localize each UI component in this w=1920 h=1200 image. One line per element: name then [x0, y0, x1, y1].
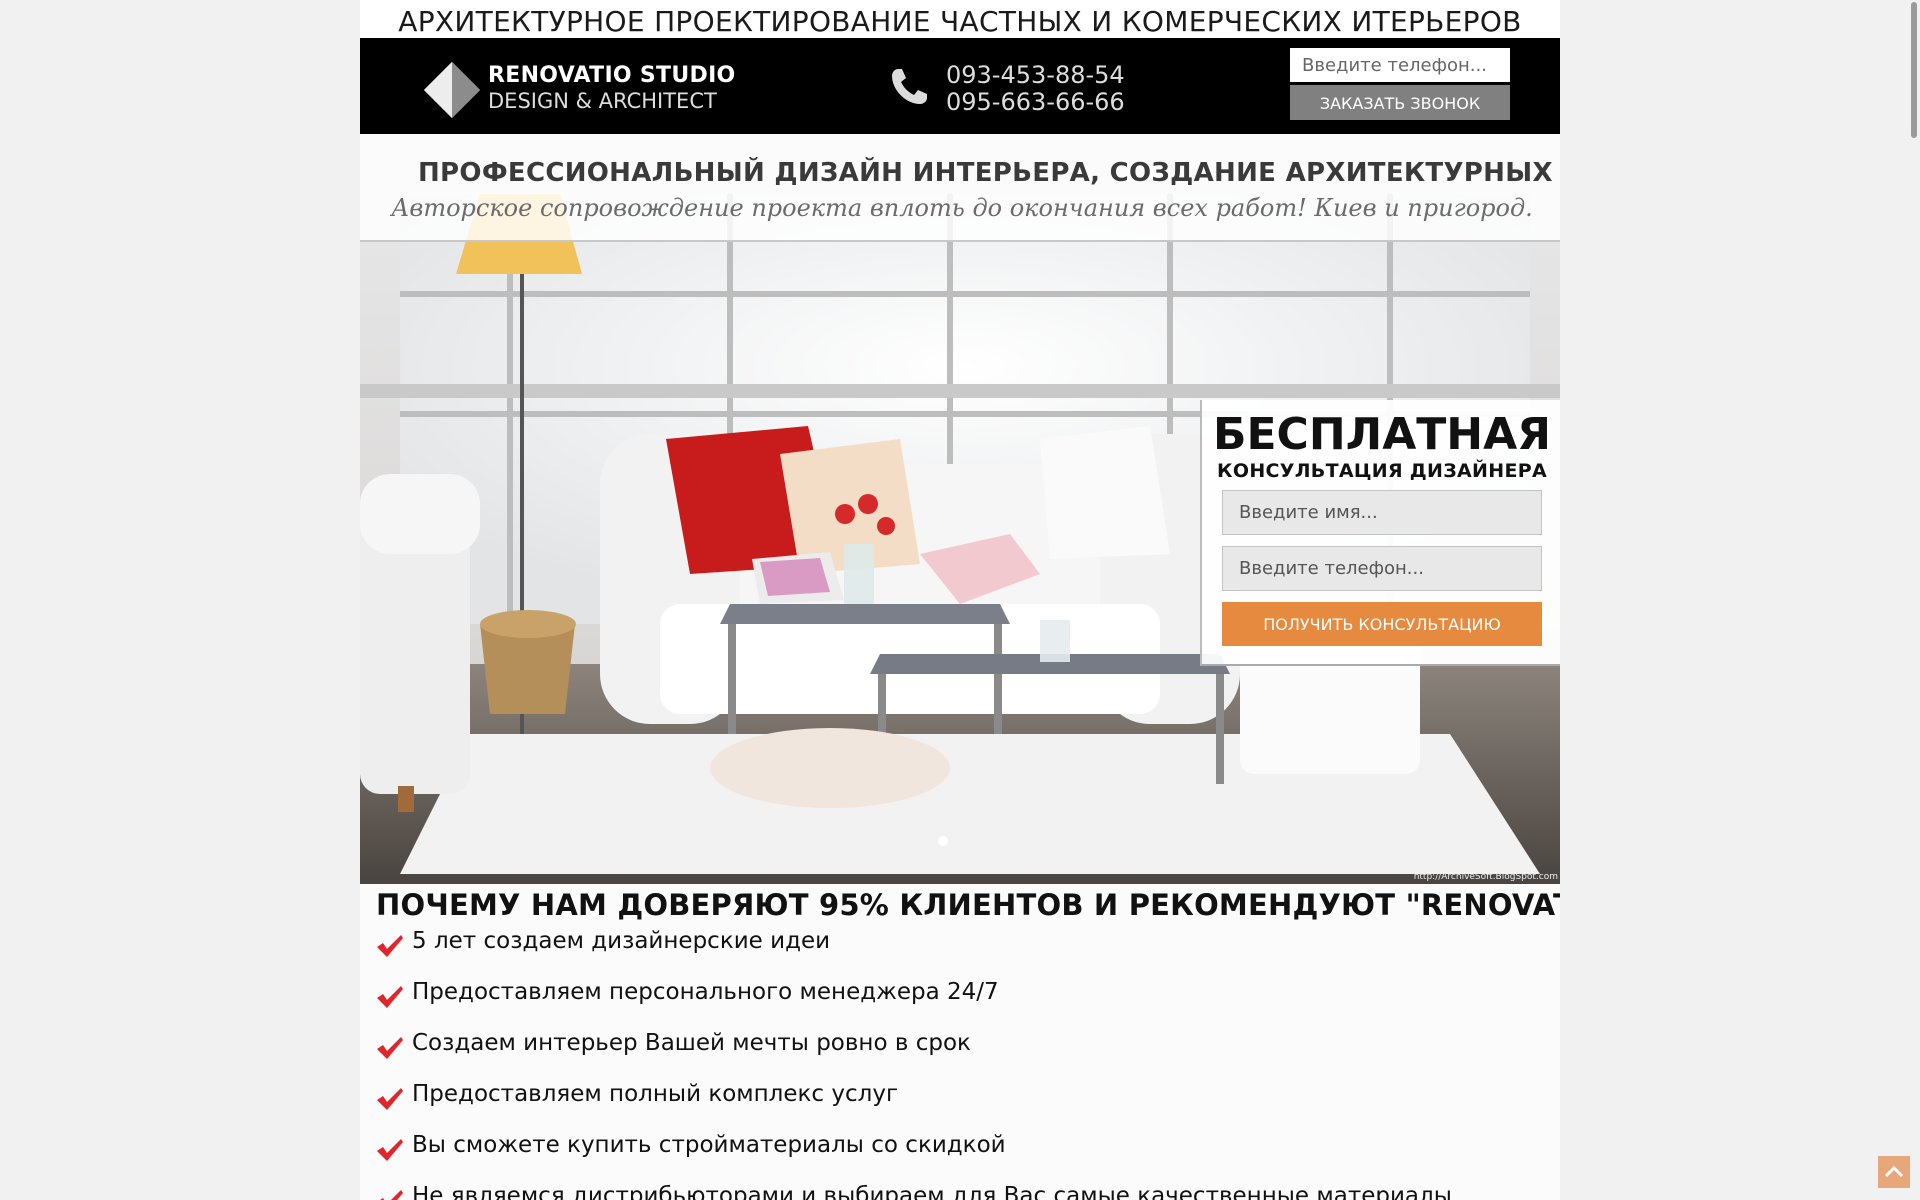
consultation-title: БЕСПЛАТНАЯ: [1212, 409, 1552, 460]
benefit-text: Не являемся дистрибьюторами и выбираем д…: [412, 1183, 1452, 1200]
header: RENOVATIO STUDIO DESIGN & ARCHITECT 093-…: [360, 38, 1560, 134]
check-icon: [377, 986, 403, 1008]
image-credit: http://ArchiveSoft.BlogSpot.com: [1413, 872, 1558, 882]
brand[interactable]: RENOVATIO STUDIO DESIGN & ARCHITECT: [488, 62, 736, 114]
benefit-text: 5 лет создаем дизайнерские идеи: [412, 928, 831, 954]
benefit-text: Вы сможете купить стройматериалы со скид…: [412, 1132, 1006, 1158]
page: АРХИТЕКТУРНОЕ ПРОЕКТИРОВАНИЕ ЧАСТНЫХ И К…: [360, 0, 1560, 1200]
scrollbar[interactable]: [1908, 0, 1920, 1200]
hero: ПРОФЕССИОНАЛЬНЫЙ ДИЗАЙН ИНТЕРЬЕРА, СОЗДА…: [360, 134, 1560, 884]
list-item: Предоставляем полный комплекс услуг: [376, 1079, 1556, 1130]
why-us-title: ПОЧЕМУ НАМ ДОВЕРЯЮТ 95% КЛИЕНТОВ И РЕКОМ…: [376, 888, 1560, 922]
hero-heading: ПРОФЕССИОНАЛЬНЫЙ ДИЗАЙН ИНТЕРЬЕРА, СОЗДА…: [418, 158, 1560, 188]
list-item: Создаем интерьер Вашей мечты ровно в сро…: [376, 1028, 1556, 1079]
benefits-list: 5 лет создаем дизайнерские идеи Предоста…: [376, 926, 1556, 1200]
slider-dot[interactable]: [938, 836, 948, 846]
phone-number-2[interactable]: 095-663-66-66: [946, 89, 1125, 116]
check-icon: [377, 1037, 403, 1059]
benefit-text: Создаем интерьер Вашей мечты ровно в сро…: [412, 1030, 971, 1056]
scroll-to-top-button[interactable]: [1878, 1156, 1910, 1188]
list-item: Предоставляем персонального менеджера 24…: [376, 977, 1556, 1028]
consultation-form: БЕСПЛАТНАЯ КОНСУЛЬТАЦИЯ ДИЗАЙНЕРА ПОЛУЧИ…: [1200, 400, 1560, 666]
brand-tagline: DESIGN & ARCHITECT: [488, 89, 717, 113]
scrollbar-thumb[interactable]: [1911, 2, 1917, 138]
order-call-button[interactable]: ЗАКАЗАТЬ ЗВОНОК: [1290, 85, 1510, 120]
name-input[interactable]: [1222, 490, 1542, 535]
scroll-to-top-icon: [1884, 1165, 1904, 1178]
callback-form: ЗАКАЗАТЬ ЗВОНОК: [1290, 48, 1510, 120]
why-us-section: ПОЧЕМУ НАМ ДОВЕРЯЮТ 95% КЛИЕНТОВ И РЕКОМ…: [376, 888, 1560, 1200]
brand-name: RENOVATIO STUDIO: [488, 63, 736, 88]
check-icon: [377, 1088, 403, 1110]
check-icon: [377, 935, 403, 957]
benefit-text: Предоставляем персонального менеджера 24…: [412, 979, 999, 1005]
consultation-subtitle: КОНСУЛЬТАЦИЯ ДИЗАЙНЕРА: [1217, 460, 1547, 482]
phone-input[interactable]: [1222, 546, 1542, 591]
list-item: Вы сможете купить стройматериалы со скид…: [376, 1130, 1556, 1181]
get-consultation-button[interactable]: ПОЛУЧИТЬ КОНСУЛЬТАЦИЮ: [1222, 602, 1542, 646]
phone-icon: [892, 69, 927, 104]
list-item: 5 лет создаем дизайнерские идеи: [376, 926, 1556, 977]
phone-number-1[interactable]: 093-453-88-54: [946, 62, 1125, 89]
check-icon: [377, 1139, 403, 1161]
hero-subheading: Авторское сопровождение проекта вплоть д…: [391, 194, 1533, 222]
top-title: АРХИТЕКТУРНОЕ ПРОЕКТИРОВАНИЕ ЧАСТНЫХ И К…: [360, 0, 1560, 38]
phone-numbers: 093-453-88-54 095-663-66-66: [946, 62, 1125, 116]
check-icon: [380, 1190, 403, 1200]
list-item: Не являемся дистрибьюторами и выбираем д…: [376, 1181, 1556, 1200]
benefit-text: Предоставляем полный комплекс услуг: [412, 1081, 899, 1107]
callback-phone-input[interactable]: [1290, 48, 1510, 82]
logo-diamond-icon[interactable]: [422, 60, 482, 120]
hero-headline-band: ПРОФЕССИОНАЛЬНЫЙ ДИЗАЙН ИНТЕРЬЕРА, СОЗДА…: [360, 134, 1560, 242]
